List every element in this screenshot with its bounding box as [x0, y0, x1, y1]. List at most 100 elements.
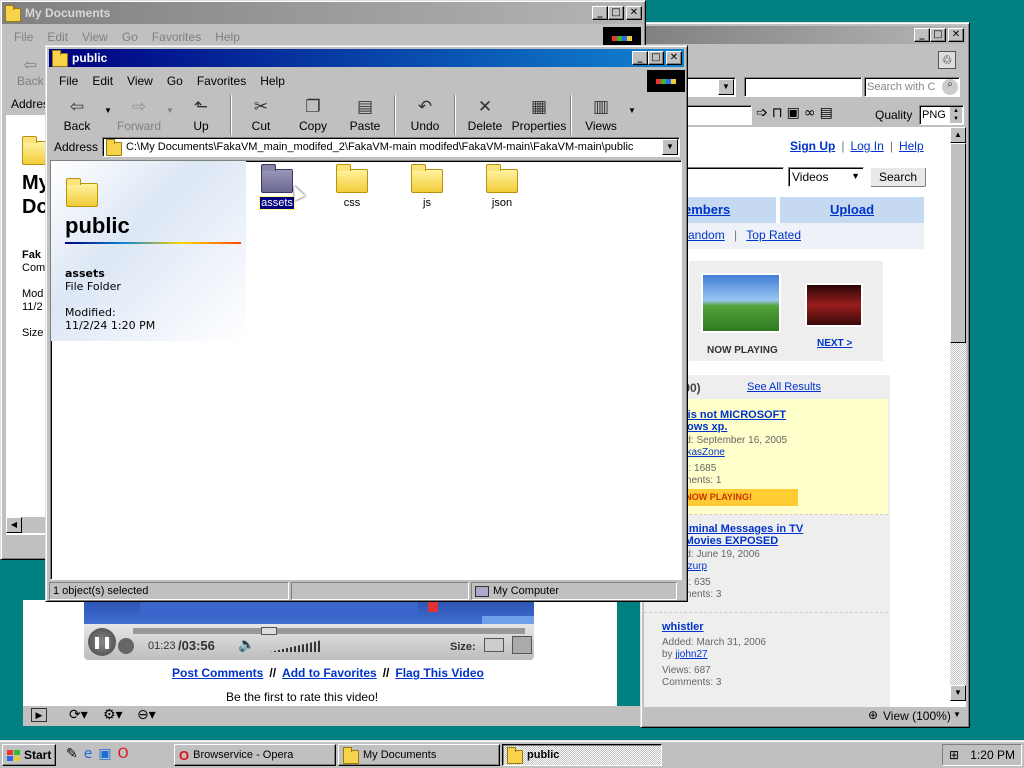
result-user-link[interactable]: jjohn27	[675, 649, 707, 660]
forward-button[interactable]: ⇨ Forward	[113, 94, 165, 136]
zoom-icon[interactable]: ⊕	[868, 708, 878, 722]
tools-icon[interactable]: ⚙▾	[103, 707, 123, 723]
block-icon[interactable]: ⊖▾	[137, 707, 156, 723]
refresh-icon[interactable]: ⟳▾	[69, 707, 88, 723]
back-button[interactable]: ⇦ Back	[51, 94, 103, 136]
log-in-link[interactable]: Log In	[850, 139, 883, 153]
folder-item-js[interactable]: js	[392, 164, 462, 209]
close-button[interactable]: ✕	[948, 28, 964, 42]
folder-item-css[interactable]: css	[317, 164, 387, 209]
zoom-dropdown-icon[interactable]: ▼	[953, 710, 961, 719]
next-link[interactable]: NEXT >	[817, 338, 852, 349]
menu-go[interactable]: Go	[160, 72, 190, 90]
volume-slider[interactable]	[270, 640, 322, 652]
panel-toggle-icon[interactable]: ▶	[31, 708, 47, 722]
edit-icon[interactable]: ✎	[66, 746, 78, 762]
views-button[interactable]: ▥ Views	[575, 94, 627, 136]
up-button[interactable]: ⬑ Up	[175, 94, 227, 136]
scroll-thumb[interactable]	[950, 143, 966, 343]
views-dropdown-icon[interactable]: ▼	[627, 106, 637, 115]
menu-favorites[interactable]: Favorites	[190, 72, 253, 90]
my-documents-titlebar[interactable]: My Documents _ □ ✕	[2, 2, 644, 24]
trash-icon[interactable]: ♲	[938, 51, 956, 69]
menu-edit[interactable]: Edit	[85, 72, 120, 90]
minimize-button[interactable]: _	[592, 6, 608, 20]
address-input[interactable]: C:\My Documents\FakaVM_main_modifed_2\Fa…	[102, 137, 680, 157]
quality-spinner[interactable]: PNG ▲ ▼	[919, 105, 964, 125]
clock[interactable]: 1:20 PM	[970, 748, 1015, 762]
maximize-button[interactable]: □	[648, 51, 664, 65]
copy-button[interactable]: ❐ Copy	[287, 94, 339, 136]
search-type-select[interactable]: Videos ▼	[788, 167, 864, 187]
binoculars-icon[interactable]: ∞	[804, 105, 816, 121]
flag-video-link[interactable]: Flag This Video	[395, 666, 483, 680]
scheduler-icon[interactable]: ⊞	[949, 748, 959, 762]
task-browservice-opera[interactable]: O Browservice - Opera	[174, 744, 336, 766]
minimize-button[interactable]: _	[632, 51, 648, 65]
undo-button[interactable]: ↶ Undo	[399, 94, 451, 136]
horizontal-scrollbar[interactable]: ◀	[6, 517, 46, 533]
search-button[interactable]: Search	[870, 167, 926, 187]
opera-icon[interactable]: O	[118, 746, 129, 762]
close-button[interactable]: ✕	[626, 6, 642, 20]
folder-item-json[interactable]: json	[467, 164, 537, 209]
search-icon[interactable]: ⌕	[942, 79, 958, 95]
see-all-results-link[interactable]: See All Results	[747, 381, 821, 393]
scroll-up-button[interactable]: ▲	[950, 127, 966, 143]
properties-button[interactable]: ▦ Properties	[511, 94, 567, 136]
go-arrow-icon[interactable]: ➩	[756, 105, 768, 121]
tab-upload[interactable]: Upload	[780, 197, 924, 223]
cut-button[interactable]: ✂ Cut	[235, 94, 287, 136]
volume-icon[interactable]: 🔈	[238, 637, 255, 653]
start-button[interactable]: Start	[2, 744, 56, 766]
menu-view[interactable]: View	[120, 72, 160, 90]
zoom-level[interactable]: View (100%)	[883, 709, 951, 723]
search-input[interactable]	[744, 77, 862, 97]
spinner-arrows-icon[interactable]: ▲ ▼	[950, 107, 962, 123]
add-to-favorites-link[interactable]: Add to Favorites	[282, 666, 377, 680]
browser-vertical-scrollbar[interactable]: ▲ ▼	[950, 127, 966, 701]
menu-file[interactable]: File	[52, 72, 85, 90]
post-comments-link[interactable]: Post Comments	[172, 666, 263, 680]
close-button[interactable]: ✕	[666, 51, 682, 65]
menu-help[interactable]: Help	[208, 28, 247, 46]
menu-file[interactable]: File	[7, 28, 40, 46]
desktop-icon[interactable]: ▣	[98, 746, 111, 762]
page-icon[interactable]: ▣	[787, 105, 800, 121]
paste-button[interactable]: ▤ Paste	[339, 94, 391, 136]
pause-button[interactable]: ❚❚	[88, 628, 116, 656]
url-dropdown-arrow[interactable]: ▼	[718, 79, 734, 95]
now-playing-thumbnail[interactable]	[701, 273, 781, 333]
seek-bar[interactable]	[133, 627, 525, 635]
public-titlebar[interactable]: public _ □ ✕	[49, 49, 684, 67]
address-dropdown-arrow[interactable]: ▼	[662, 139, 678, 155]
scroll-down-button[interactable]: ▼	[950, 685, 966, 701]
forward-dropdown-icon[interactable]: ▼	[165, 106, 175, 115]
back-dropdown-icon[interactable]: ▼	[103, 106, 113, 115]
size-normal-button[interactable]	[484, 638, 504, 652]
menu-help[interactable]: Help	[253, 72, 292, 90]
help-link[interactable]: Help	[899, 139, 924, 153]
size-full-button[interactable]	[512, 636, 532, 654]
delete-button[interactable]: ✕ Delete	[459, 94, 511, 136]
browser-titlebar[interactable]: _ □ ✕	[641, 26, 966, 44]
task-public[interactable]: public	[502, 744, 662, 766]
menu-edit[interactable]: Edit	[40, 28, 75, 46]
stop-button[interactable]	[118, 638, 134, 654]
menu-view[interactable]: View	[75, 28, 115, 46]
scroll-left-button[interactable]: ◀	[6, 517, 22, 533]
maximize-button[interactable]: □	[608, 6, 624, 20]
browser-search-input[interactable]: Search with C ⌕	[864, 77, 960, 97]
maximize-button[interactable]: □	[930, 28, 946, 42]
seek-handle[interactable]	[261, 627, 277, 635]
task-my-documents[interactable]: My Documents	[338, 744, 500, 766]
my-documents-back[interactable]: ⇦ Back	[17, 55, 44, 88]
result-title[interactable]: whistler	[662, 621, 812, 633]
bookmark-icon[interactable]: ⊓	[772, 105, 783, 121]
top-rated-link[interactable]: Top Rated	[746, 228, 801, 242]
next-thumbnail[interactable]	[805, 283, 863, 327]
menu-favorites[interactable]: Favorites	[145, 28, 208, 46]
internet-explorer-icon[interactable]: e	[84, 746, 93, 762]
random-link[interactable]: andom	[688, 228, 725, 242]
sign-up-link[interactable]: Sign Up	[790, 139, 835, 153]
